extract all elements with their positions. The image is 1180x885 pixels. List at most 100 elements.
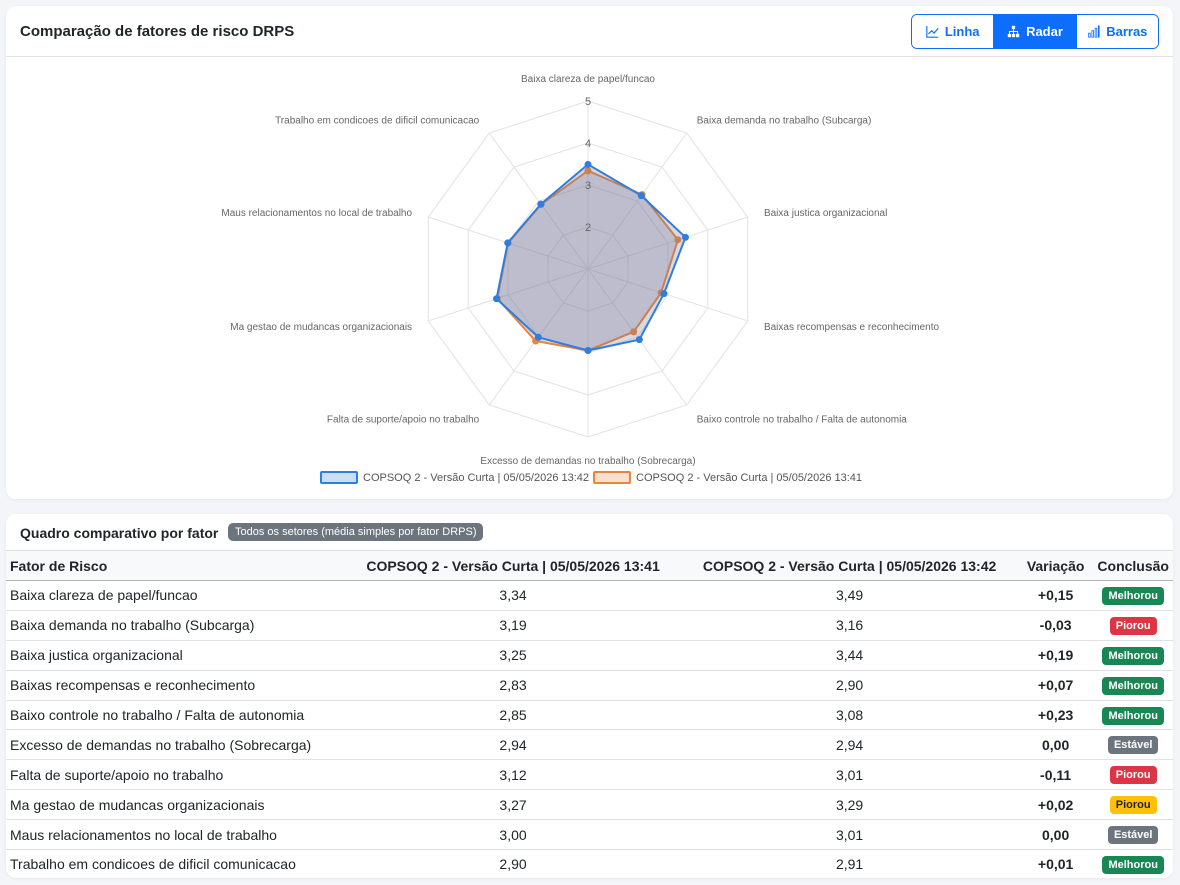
header-factor[interactable]: Fator de Risco — [6, 550, 345, 581]
legend-label: COPSOQ 2 - Versão Curta | 05/05/2026 13:… — [636, 472, 862, 484]
table-card-header: Quadro comparativo por fator Todos os se… — [6, 514, 1173, 550]
chart-card-header: Comparação de fatores de risco DRPS Linh… — [6, 6, 1173, 57]
value-b-cell: 2,91 — [681, 849, 1018, 878]
category-label: Baixo controle no trabalho / Falta de au… — [697, 415, 908, 426]
category-label: Ma gestao de mudancas organizacionais — [230, 322, 412, 333]
header-assessment-a[interactable]: COPSOQ 2 - Versão Curta | 05/05/2026 13:… — [344, 550, 682, 581]
status-badge: Melhorou — [1102, 676, 1164, 695]
value-b-cell: 3,29 — [681, 789, 1018, 821]
category-label: Falta de suporte/apoio no trabalho — [327, 415, 480, 426]
variation-cell: 0,00 — [1017, 819, 1094, 851]
value-b-cell: 2,94 — [681, 729, 1018, 761]
table-title: Quadro comparativo por fator — [20, 525, 219, 541]
radar-chart-button[interactable]: Radar — [994, 15, 1077, 48]
table-card: Quadro comparativo por fator Todos os se… — [6, 514, 1173, 878]
table-row: Baixo controle no trabalho / Falta de au… — [6, 700, 1173, 731]
conclusion-cell: Melhorou — [1093, 849, 1173, 878]
line-chart-button[interactable]: Linha — [912, 15, 995, 48]
value-a-cell: 2,94 — [344, 729, 682, 761]
factor-cell: Baixa clareza de papel/funcao — [6, 580, 345, 611]
factor-cell: Trabalho em condicoes de dificil comunic… — [6, 849, 345, 878]
factor-cell: Ma gestao de mudancas organizacionais — [6, 789, 345, 821]
variation-cell: +0,23 — [1017, 700, 1094, 731]
data-point — [504, 239, 512, 247]
conclusion-cell: Piorou — [1093, 759, 1173, 791]
conclusion-cell: Melhorou — [1093, 670, 1173, 701]
variation-cell: -0,11 — [1017, 759, 1094, 791]
header-conclusion[interactable]: Conclusão — [1093, 550, 1173, 581]
value-a-cell: 3,19 — [344, 610, 682, 641]
value-a-cell: 3,34 — [344, 580, 682, 611]
value-a-cell: 3,12 — [344, 759, 682, 791]
data-point — [637, 192, 645, 200]
chart-title: Comparação de fatores de risco DRPS — [20, 23, 295, 40]
table-row: Trabalho em condicoes de dificil comunic… — [6, 849, 1173, 878]
value-a-cell: 3,00 — [344, 819, 682, 851]
tick-label: 3 — [585, 180, 591, 192]
value-b-cell: 3,16 — [681, 610, 1018, 641]
comparison-table: Fator de Risco COPSOQ 2 - Versão Curta |… — [6, 550, 1173, 878]
line-chart-label: Linha — [944, 24, 980, 39]
category-label: Baixa justica organizacional — [764, 208, 887, 219]
tick-label: 2 — [585, 222, 591, 234]
factor-cell: Excesso de demandas no trabalho (Sobreca… — [6, 729, 345, 761]
bar-chart-label: Barras — [1106, 24, 1148, 39]
conclusion-cell: Estável — [1093, 729, 1173, 761]
value-a-cell: 3,27 — [344, 789, 682, 821]
table-row: Excesso de demandas no trabalho (Sobreca… — [6, 729, 1173, 761]
legend-swatch — [593, 471, 631, 484]
chart-card: Comparação de fatores de risco DRPS Linh… — [6, 6, 1173, 499]
conclusion-cell: Melhorou — [1093, 640, 1173, 671]
category-label: Excesso de demandas no trabalho (Sobreca… — [480, 456, 695, 467]
value-b-cell: 3,01 — [681, 819, 1018, 851]
data-point — [660, 290, 668, 298]
table-header-row: Fator de Risco COPSOQ 2 - Versão Curta |… — [6, 550, 1173, 581]
status-badge: Melhorou — [1102, 646, 1164, 665]
legend-swatch — [320, 471, 358, 484]
table-row: Maus relacionamentos no local de trabalh… — [6, 819, 1173, 851]
table-row: Baixa justica organizacional 3,25 3,44 +0,1… — [6, 640, 1173, 671]
category-label: Baixas recompensas e reconhecimento — [764, 322, 940, 333]
status-badge: Piorou — [1109, 796, 1157, 815]
category-label: Maus relacionamentos no local de trabalh… — [221, 208, 412, 219]
tick-label: 4 — [585, 138, 591, 150]
factor-cell: Falta de suporte/apoio no trabalho — [6, 759, 345, 791]
variation-cell: +0,19 — [1017, 640, 1094, 671]
table-row: Baixa demanda no trabalho (Subcarga) 3,19… — [6, 610, 1173, 641]
value-b-cell: 3,08 — [681, 700, 1018, 731]
category-label: Baixa clareza de papel/funcao — [521, 74, 655, 85]
variation-cell: 0,00 — [1017, 729, 1094, 761]
variation-cell: -0,03 — [1017, 610, 1094, 641]
factor-cell: Baixa demanda no trabalho (Subcarga) — [6, 610, 345, 641]
header-variation[interactable]: Variação — [1017, 550, 1094, 581]
category-label: Trabalho em condicoes de dificil comunic… — [275, 115, 480, 126]
radar-chart-label: Radar — [1026, 24, 1063, 39]
data-point — [493, 295, 501, 303]
table-row: Baixa clareza de papel/funcao 3,34 3,49 +0,… — [6, 580, 1173, 611]
header-assessment-b[interactable]: COPSOQ 2 - Versão Curta | 05/05/2026 13:… — [681, 550, 1018, 581]
conclusion-cell: Melhorou — [1093, 700, 1173, 731]
status-badge: Piorou — [1109, 766, 1157, 785]
factor-cell: Maus relacionamentos no local de trabalh… — [6, 819, 345, 851]
bar-chart-button[interactable]: Barras — [1076, 15, 1158, 48]
factor-cell: Baixa justica organizacional — [6, 640, 345, 671]
table-row: Ma gestao de mudancas organizacionais 3,2… — [6, 789, 1173, 821]
status-badge: Estável — [1107, 736, 1159, 755]
value-b-cell: 3,49 — [681, 580, 1018, 611]
data-point — [584, 160, 592, 168]
status-badge: Melhorou — [1102, 855, 1164, 874]
value-b-cell: 3,44 — [681, 640, 1018, 671]
variation-cell: +0,15 — [1017, 580, 1094, 611]
chart-type-toggle: Linha Radar Barras — [911, 14, 1159, 49]
data-point — [584, 346, 592, 354]
value-a-cell: 3,25 — [344, 640, 682, 671]
conclusion-cell: Melhorou — [1093, 580, 1173, 611]
data-point — [534, 333, 542, 341]
status-badge: Piorou — [1109, 616, 1157, 635]
status-badge: Melhorou — [1102, 586, 1164, 605]
line-chart-icon — [926, 25, 939, 38]
bar-chart-icon — [1088, 25, 1100, 38]
table-row: Baixas recompensas e reconhecimento 2,83 2… — [6, 670, 1173, 701]
value-a-cell: 2,85 — [344, 700, 682, 731]
sitemap-icon — [1007, 25, 1020, 38]
